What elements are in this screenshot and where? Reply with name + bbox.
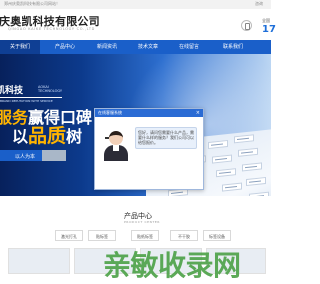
tab-product-1[interactable]: 贴标签 [88,230,116,241]
topbar-contact-link[interactable]: 咨询 [255,1,263,7]
company-english-name: QINGAO KAIKE TECHNOLOGY CO.,LTD [8,27,96,31]
nav-item-message[interactable]: 在线留言 [169,40,209,54]
banner-slogan-line-2: 以品质树 [12,125,83,147]
banner-company-english: AOKAI TECHNOLOGY [38,85,63,93]
tab-product-2[interactable]: 贴纸标签 [131,230,159,241]
phone-icon [241,20,252,31]
close-icon[interactable]: × [196,109,200,117]
product-tabs: 激光打孔 贴标签 贴纸标签 不干胶 标签设备 [0,230,271,242]
banner-motto: 以人为本 [15,154,36,160]
nav-item-articles[interactable]: 技术文章 [128,40,168,54]
nav-item-about[interactable]: 关于我们 [0,40,40,54]
hotline-number[interactable]: 17 [262,24,276,35]
banner-subtitle: BRAND REPUTATION WITH SERVICE [0,99,53,103]
chat-header[interactable]: 在线客服系统 × [95,109,203,117]
chat-title: 在线客服系统 [98,110,122,115]
nav-item-contact[interactable]: 联系我们 [213,40,253,54]
tab-product-0[interactable]: 激光打孔 [55,230,83,241]
product-center-subtitle: PRODUCT CENTER [124,220,161,224]
top-bar: 郑州庆奥凯科技有限公司网站！ 咨询 [0,0,271,9]
banner-motto-accent [42,150,66,161]
chat-message: 您好，请问您需要什么产品，需要什么样的服务？我们公司可以给您报价。 [135,127,197,149]
main-nav: 关于我们 产品中心 新闻资讯 技术文章 在线留言 联系我们 [0,40,271,54]
product-card[interactable] [8,248,70,274]
tab-product-4[interactable]: 标签设备 [203,230,231,241]
banner-company-name: 凯科技 [0,86,24,96]
chat-body: 您好，请问您需要什么产品，需要什么样的服务？我们公司可以给您报价。 [95,117,203,189]
nav-item-news[interactable]: 新闻资讯 [87,40,127,54]
tab-product-3[interactable]: 不干胶 [170,230,198,241]
agent-avatar [103,131,129,161]
banner-divider [0,97,62,98]
chat-popup[interactable]: 在线客服系统 × 您好，请问您需要什么产品，需要什么样的服务？我们公司可以给您报… [94,108,204,190]
nav-item-products[interactable]: 产品中心 [45,40,85,54]
watermark-logo: 亲敏收录网 [103,249,241,282]
topbar-welcome-text: 郑州庆奥凯科技有限公司网站！ [4,1,60,6]
